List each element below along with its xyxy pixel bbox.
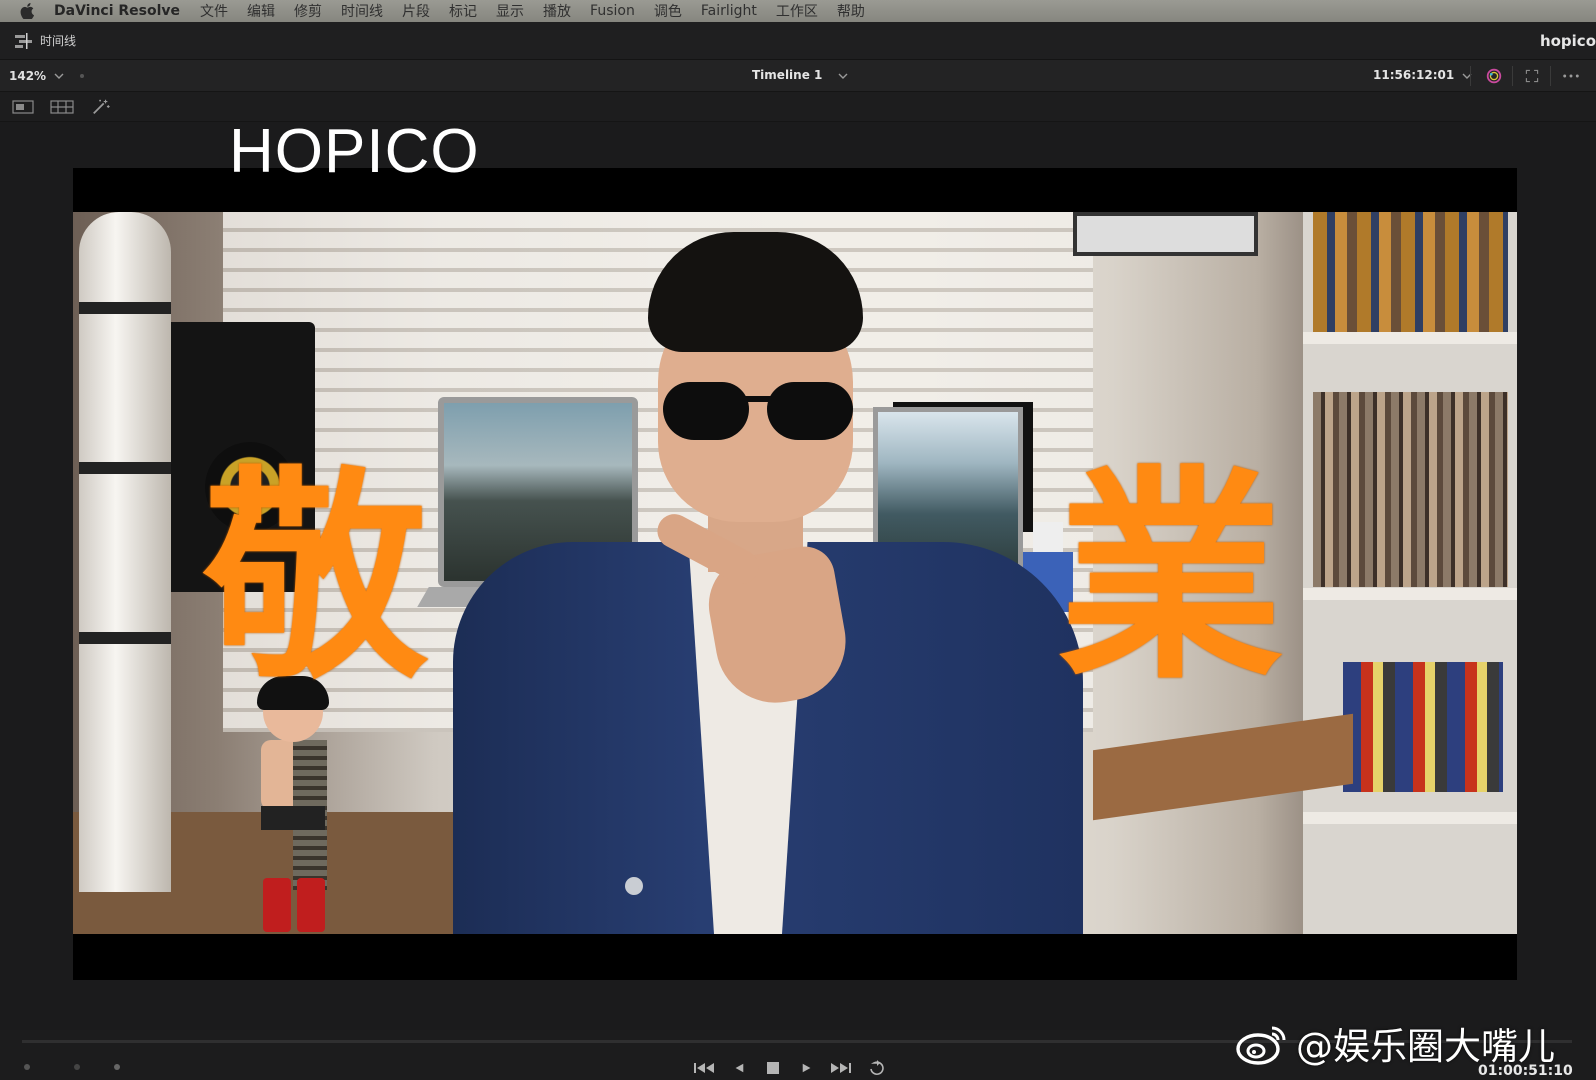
loop-icon[interactable] — [866, 1060, 888, 1076]
project-name: hopico — [1539, 31, 1596, 50]
play-reverse-icon[interactable] — [728, 1060, 750, 1076]
timeline-selector[interactable]: Timeline 1 — [752, 68, 822, 82]
menu-help[interactable]: 帮助 — [837, 1, 865, 21]
zoom-level[interactable]: 142% — [9, 69, 46, 83]
menu-file[interactable]: 文件 — [200, 1, 228, 21]
loop-indicator-icon[interactable] — [72, 1062, 82, 1072]
timeline-panel-label[interactable]: 时间线 — [40, 32, 76, 49]
menu-fairlight[interactable]: Fairlight — [701, 3, 757, 19]
video-frame: 敬 業 — [73, 168, 1517, 980]
watermark-text: @娱乐圈大嘴儿 — [1296, 1025, 1555, 1068]
presenter — [453, 232, 1093, 934]
astro-boy-figure — [233, 676, 353, 932]
overlay-text-right: 業 — [1058, 448, 1283, 710]
grid-viewer-icon[interactable] — [50, 98, 74, 116]
menu-bar: DaVinci Resolve 文件 编辑 修剪 时间线 片段 标记 显示 播放… — [0, 0, 1596, 22]
menu-workspace[interactable]: 工作区 — [776, 1, 818, 21]
bookshelf — [1303, 212, 1517, 934]
color-scope-icon[interactable] — [1484, 66, 1504, 86]
menu-view[interactable]: 显示 — [496, 1, 524, 21]
menu-fusion[interactable]: Fusion — [590, 3, 635, 19]
header-divider — [1470, 66, 1471, 86]
source-timecode[interactable]: 11:56:12:01 — [1373, 68, 1454, 82]
apple-icon[interactable] — [16, 0, 38, 22]
status-dot-icon — [80, 73, 85, 78]
rocket-model — [79, 212, 171, 892]
title-bar: 时间线 hopico — [0, 22, 1596, 60]
menu-playback[interactable]: 播放 — [543, 1, 571, 21]
header-divider — [1512, 66, 1513, 86]
play-icon[interactable] — [796, 1060, 818, 1076]
weibo-logo-icon — [1236, 1026, 1286, 1065]
wall-frame — [1073, 212, 1258, 256]
menu-edit[interactable]: 编辑 — [247, 1, 275, 21]
menu-timeline[interactable]: 时间线 — [341, 1, 383, 21]
fullscreen-icon[interactable] — [1522, 66, 1542, 86]
zoom-chevron-down-icon[interactable] — [54, 73, 64, 79]
viewer-header: 142% Timeline 1 11:56:12:01 — [0, 60, 1596, 92]
flag-icon[interactable] — [112, 1062, 122, 1072]
go-to-end-icon[interactable] — [830, 1060, 852, 1076]
timeline-chevron-down-icon[interactable] — [838, 73, 848, 79]
single-viewer-icon[interactable] — [12, 98, 34, 116]
menu-trim[interactable]: 修剪 — [294, 1, 322, 21]
menu-mark[interactable]: 标记 — [449, 1, 477, 21]
stop-icon[interactable] — [762, 1060, 784, 1076]
timeline-panel-icon[interactable] — [14, 32, 34, 50]
menu-color[interactable]: 调色 — [654, 1, 682, 21]
overlay-text-left: 敬 — [203, 448, 428, 710]
video-viewer[interactable]: 敬 業 — [0, 122, 1596, 1030]
weibo-watermark: @娱乐圈大嘴儿 — [1234, 1016, 1555, 1070]
audio-icon[interactable] — [22, 1062, 32, 1072]
sunglasses — [663, 382, 853, 440]
menu-clip[interactable]: 片段 — [402, 1, 430, 21]
header-divider — [1550, 66, 1551, 86]
go-to-start-icon[interactable] — [693, 1060, 715, 1076]
app-name-menu[interactable]: DaVinci Resolve — [54, 3, 180, 19]
video-still-image: 敬 業 — [73, 212, 1517, 934]
magic-wand-icon[interactable] — [90, 98, 112, 116]
more-options-icon[interactable] — [1561, 66, 1581, 86]
overlay-title-text: HOPICO — [229, 117, 480, 186]
